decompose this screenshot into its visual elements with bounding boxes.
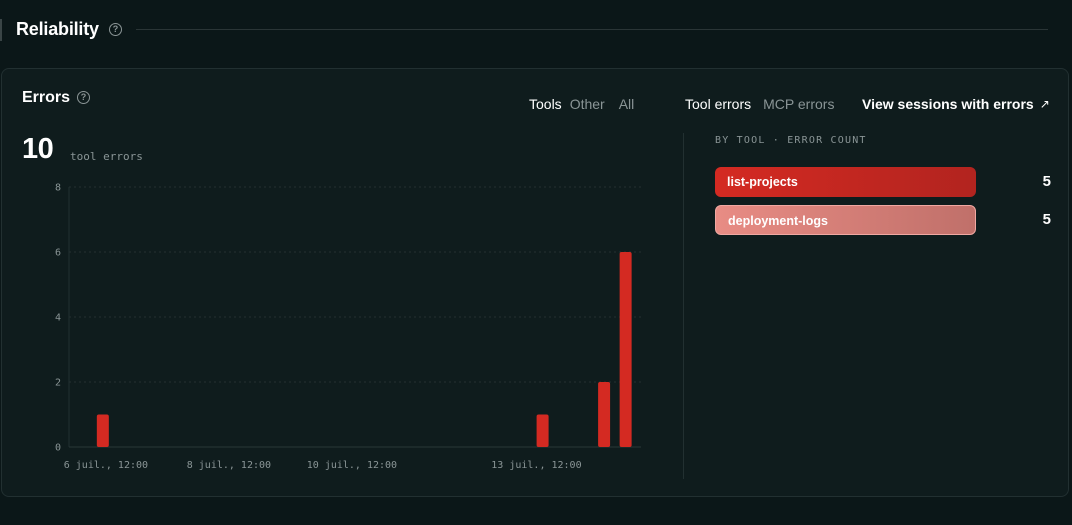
errors-card: Errors ? Tools Other All Tool errors MCP… [1, 68, 1069, 497]
tool-bar-deployment-logs[interactable]: deployment-logs [715, 205, 976, 235]
breakdown-row: list-projects 5 [715, 167, 1051, 197]
view-sessions-link[interactable]: View sessions with errors ↗ [862, 96, 1050, 112]
y-tick-label: 6 [55, 248, 61, 259]
panel-divider [683, 133, 684, 479]
tool-count: 5 [1042, 211, 1051, 228]
help-icon[interactable]: ? [109, 23, 122, 36]
tool-bar-list-projects[interactable]: list-projects [715, 167, 976, 197]
error-bar[interactable] [96, 414, 109, 448]
toggle-mcp-errors[interactable]: MCP errors [763, 96, 834, 112]
error-total-label: tool errors [70, 150, 143, 163]
toggle-tools[interactable]: Tools [529, 96, 562, 112]
y-tick-label: 0 [55, 443, 61, 454]
error-bar[interactable] [619, 252, 632, 447]
error-total: 10 [22, 133, 54, 165]
error-type-toggle-group: Tool errors MCP errors [685, 96, 834, 112]
card-title: Errors [22, 89, 71, 106]
section-divider [136, 29, 1048, 30]
y-tick-label: 8 [55, 183, 61, 194]
section-accent-bar [0, 19, 2, 41]
breakdown-row: deployment-logs 5 [715, 205, 1051, 235]
y-tick-label: 2 [55, 378, 61, 389]
error-bar[interactable] [536, 414, 549, 448]
view-sessions-label: View sessions with errors [862, 96, 1034, 112]
toggle-all[interactable]: All [619, 96, 635, 112]
x-tick-label: 10 juil., 12:00 [307, 460, 397, 471]
section-title: Reliability [16, 19, 99, 39]
y-tick-label: 4 [55, 313, 61, 324]
breakdown-header: BY TOOL · ERROR COUNT [715, 135, 867, 146]
toggle-tool-errors[interactable]: Tool errors [685, 96, 751, 112]
tool-count: 5 [1042, 173, 1051, 190]
errors-chart: 0 2 4 6 8 6 juil., 12:00 8 juil., 12:00 10 juil… [55, 183, 641, 471]
toggle-other[interactable]: Other [570, 96, 605, 112]
section-header: Reliability ? [0, 0, 1072, 60]
x-tick-label: 6 juil., 12:00 [64, 460, 148, 471]
scope-toggle-group: Tools Other All [529, 96, 634, 112]
error-bar[interactable] [598, 382, 611, 447]
x-tick-label: 13 juil., 12:00 [491, 460, 581, 471]
external-arrow-icon: ↗ [1039, 97, 1050, 111]
x-tick-label: 8 juil., 12:00 [187, 460, 271, 471]
errors-help-icon[interactable]: ? [77, 91, 90, 104]
